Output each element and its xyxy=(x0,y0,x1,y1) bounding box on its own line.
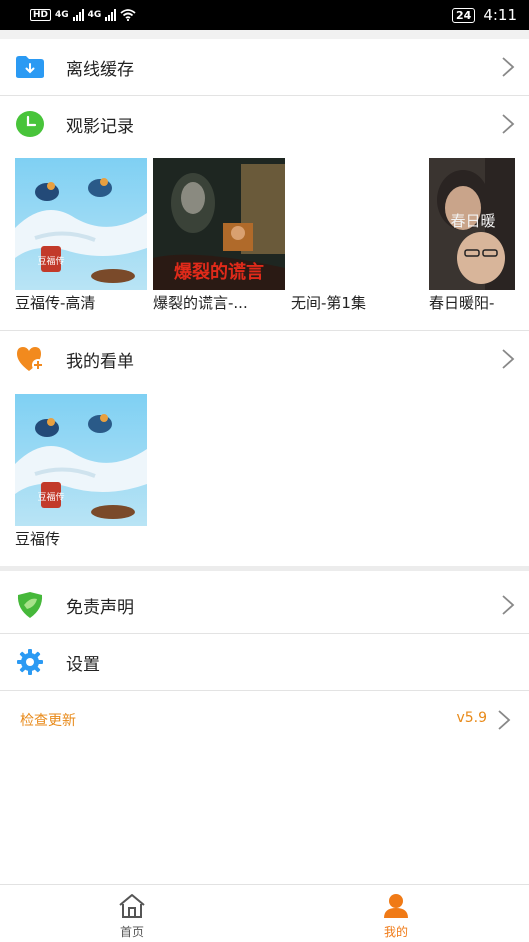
settings-row[interactable]: 设置 xyxy=(0,634,529,690)
top-spacer xyxy=(0,30,529,39)
my-watchlist-row[interactable]: 我的看单 xyxy=(0,331,529,387)
chevron-right-icon xyxy=(502,595,515,615)
sim1-label: 4G xyxy=(55,10,69,20)
chevron-right-icon xyxy=(498,710,511,730)
history-title[interactable]: 爆裂的谎言-... xyxy=(153,292,285,313)
disclaimer-label: 免责声明 xyxy=(66,597,134,618)
history-title[interactable]: 豆福传-高清 xyxy=(15,292,147,313)
shield-leaf-icon xyxy=(14,591,46,619)
watchlist-title[interactable]: 豆福传 xyxy=(15,528,147,549)
section-divider xyxy=(0,566,529,571)
chevron-right-icon xyxy=(502,114,515,134)
chevron-right-icon xyxy=(502,57,515,77)
poster-image: 豆福传 xyxy=(15,158,147,290)
settings-label: 设置 xyxy=(66,654,100,675)
poster-art-text: 爆裂的谎言 xyxy=(174,261,264,283)
poster-image: 豆福传 xyxy=(15,394,147,526)
clock-icon xyxy=(14,110,46,138)
tab-home[interactable]: 首页 xyxy=(0,885,264,942)
offline-cache-row[interactable]: 离线缓存 xyxy=(0,39,529,95)
watch-history-row[interactable]: 观影记录 xyxy=(0,96,529,152)
my-watchlist-label: 我的看单 xyxy=(66,351,134,372)
poster-art-text: 豆福传 xyxy=(37,491,64,503)
sim2-label: 4G xyxy=(87,10,102,20)
home-icon xyxy=(119,894,145,918)
history-title[interactable]: 春日暖阳- xyxy=(429,292,529,313)
wifi-icon xyxy=(120,9,136,21)
history-poster[interactable]: 豆福传 xyxy=(15,158,147,290)
poster-image: 春日暖 xyxy=(429,158,515,290)
poster-image: 爆裂的谎言 xyxy=(153,158,285,290)
status-right: 24 4:11 xyxy=(452,6,517,24)
poster-art-text: 春日暖 xyxy=(450,212,495,230)
hd-badge: HD xyxy=(30,9,52,21)
folder-download-icon xyxy=(14,53,46,81)
user-icon xyxy=(384,894,408,918)
history-title[interactable]: 无间-第1集 xyxy=(291,292,423,313)
status-bar: HD 4G 4G 24 4:11 xyxy=(0,0,529,30)
history-poster-blank[interactable] xyxy=(291,158,423,290)
version-text: v5.9 xyxy=(456,710,487,726)
check-update-label[interactable]: 检查更新 xyxy=(20,710,76,730)
battery-icon: 24 xyxy=(452,7,476,23)
watchlist-poster[interactable]: 豆福传 xyxy=(15,394,147,526)
bottom-nav: 首页 我的 xyxy=(0,884,529,942)
signal-icon xyxy=(72,9,84,21)
signal-icon xyxy=(105,9,117,21)
tab-mine-label: 我的 xyxy=(383,925,408,939)
history-poster[interactable]: 爆裂的谎言 xyxy=(153,158,285,290)
clock: 4:11 xyxy=(483,6,517,24)
poster-art-text: 豆福传 xyxy=(37,255,64,267)
disclaimer-row[interactable]: 免责声明 xyxy=(0,577,529,633)
watch-history-label: 观影记录 xyxy=(66,116,134,137)
heart-plus-icon xyxy=(14,345,46,373)
tab-home-label: 首页 xyxy=(119,925,144,939)
gear-icon xyxy=(14,648,46,676)
status-left: HD 4G 4G xyxy=(30,9,136,21)
history-poster[interactable]: 春日暖 xyxy=(429,158,515,290)
chevron-right-icon xyxy=(502,349,515,369)
offline-cache-label: 离线缓存 xyxy=(66,59,134,80)
check-update-row[interactable] xyxy=(0,691,529,747)
tab-mine[interactable]: 我的 xyxy=(264,885,528,942)
